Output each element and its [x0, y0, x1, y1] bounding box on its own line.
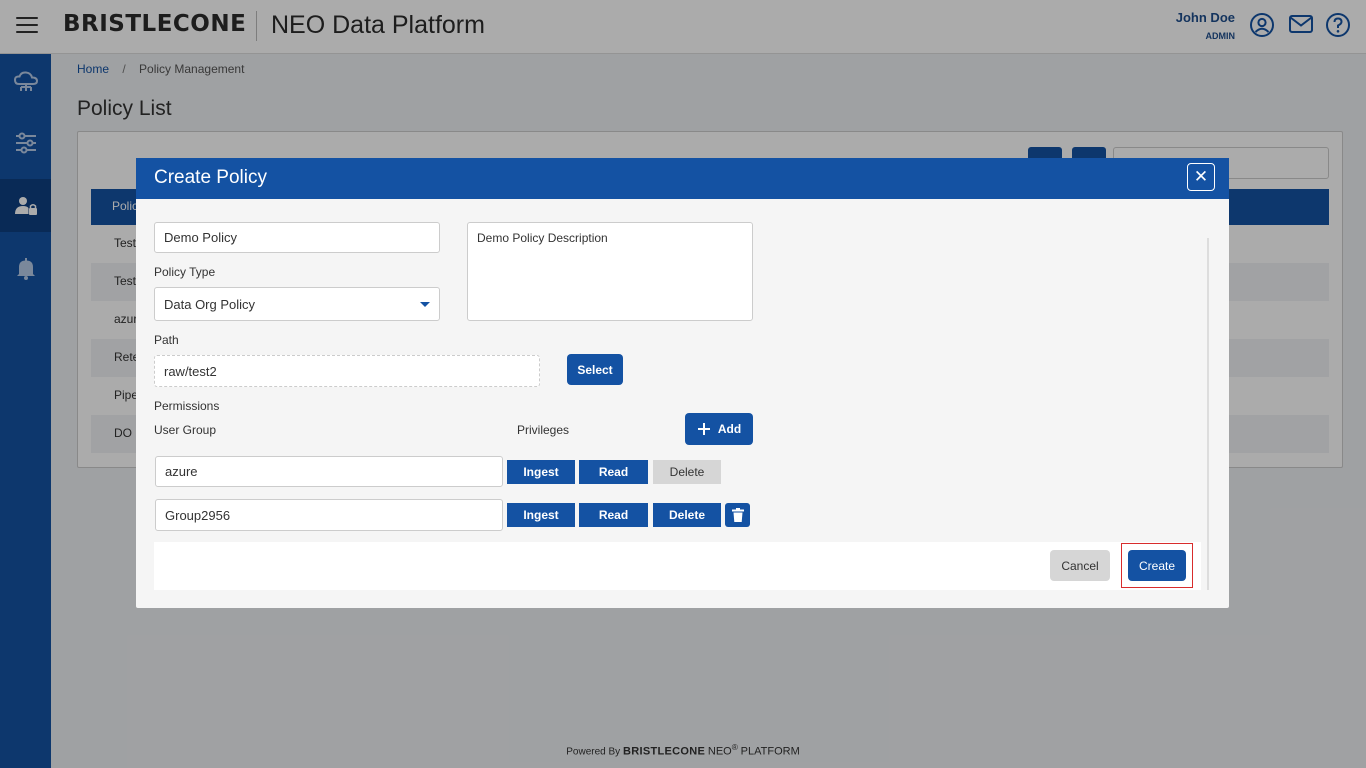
- dialog-footer: Cancel Create: [154, 542, 1201, 590]
- path-field[interactable]: raw/test2: [154, 355, 540, 387]
- user-group-field[interactable]: Group2956: [155, 499, 503, 531]
- dialog-title: Create Policy: [154, 167, 267, 188]
- user-group-label: User Group: [154, 423, 217, 437]
- privilege-ingest-toggle[interactable]: Ingest: [507, 503, 575, 527]
- policy-type-select[interactable]: Data Org Policy: [154, 287, 440, 321]
- policy-description-field[interactable]: Demo Policy Description: [467, 222, 753, 321]
- trash-icon: [731, 508, 744, 522]
- delete-permission-button[interactable]: [725, 503, 750, 527]
- privilege-ingest-toggle[interactable]: Ingest: [507, 460, 575, 484]
- chevron-down-icon[interactable]: [420, 302, 430, 307]
- create-policy-dialog: Create Policy ✕ Demo Policy Demo Policy …: [136, 158, 1229, 608]
- user-group-field[interactable]: azure: [155, 456, 503, 487]
- privilege-delete-toggle[interactable]: Delete: [653, 503, 721, 527]
- create-button[interactable]: Create: [1128, 550, 1186, 581]
- add-permission-button[interactable]: Add: [685, 413, 753, 445]
- permissions-label: Permissions: [154, 399, 220, 413]
- policy-type-value: Data Org Policy: [164, 296, 256, 312]
- plus-icon: [697, 423, 710, 435]
- policy-type-label: Policy Type: [154, 265, 216, 279]
- cancel-button[interactable]: Cancel: [1050, 550, 1110, 581]
- select-path-button[interactable]: Select: [567, 354, 623, 385]
- privilege-delete-toggle[interactable]: Delete: [653, 460, 721, 484]
- dialog-scrollbar[interactable]: [1207, 238, 1209, 590]
- path-label: Path: [154, 333, 179, 347]
- close-icon[interactable]: ✕: [1187, 163, 1215, 191]
- privilege-read-toggle[interactable]: Read: [579, 460, 648, 484]
- privileges-label: Privileges: [517, 423, 570, 437]
- dialog-header: Create Policy ✕: [136, 158, 1229, 199]
- policy-name-field[interactable]: Demo Policy: [154, 222, 440, 253]
- privilege-read-toggle[interactable]: Read: [579, 503, 648, 527]
- add-button-label: Add: [717, 422, 742, 436]
